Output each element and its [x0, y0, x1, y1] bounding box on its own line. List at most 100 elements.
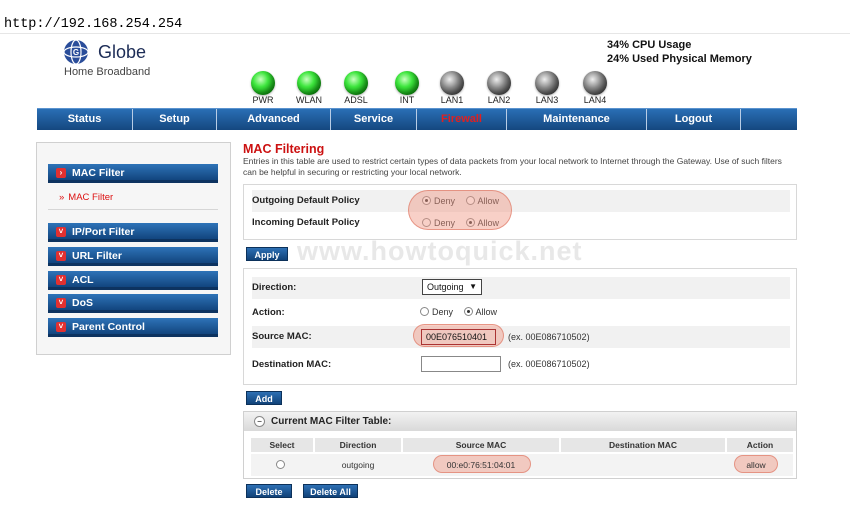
action-allow-radio[interactable] — [463, 307, 473, 316]
sidebar-item-ip-port-filter[interactable]: ˅ IP/Port Filter — [48, 223, 218, 242]
collapse-icon[interactable]: − — [254, 416, 265, 427]
memory-usage: 24% Used Physical Memory — [607, 53, 752, 65]
destination-mac-hint: (ex. 00E086710502) — [508, 359, 590, 369]
address-bar-url[interactable]: http://192.168.254.254 — [4, 17, 182, 32]
radio-label: Deny — [432, 307, 454, 317]
sidebar-item-label: MAC Filter — [72, 167, 125, 179]
brand-subtitle: Home Broadband — [64, 66, 151, 78]
led-label: LAN3 — [535, 95, 559, 105]
sidebar-item-label: URL Filter — [72, 250, 122, 262]
led-indicator — [583, 71, 607, 95]
delete-button[interactable]: Delete — [246, 484, 292, 498]
sidebar-item-label: ACL — [72, 274, 94, 286]
tab-advanced[interactable]: Advanced — [217, 109, 331, 130]
led-lan2: LAN2 — [476, 71, 522, 105]
address-bar[interactable]: http://192.168.254.254 — [0, 0, 850, 34]
policy-highlight — [408, 190, 512, 230]
sidebar-subitem-label: MAC Filter — [68, 192, 114, 203]
column-header-select: Select — [251, 438, 313, 452]
column-header-direction: Direction — [315, 438, 401, 452]
sidebar-item-url-filter[interactable]: ˅ URL Filter — [48, 247, 218, 266]
led-label: WLAN — [295, 95, 322, 105]
incoming-policy-label: Incoming Default Policy — [252, 217, 360, 228]
row-select-cell — [251, 456, 313, 474]
apply-button[interactable]: Apply — [246, 247, 288, 261]
action-label: Action: — [252, 307, 285, 318]
source-mac-hint: (ex. 00E086710502) — [508, 332, 590, 342]
column-header-action: Action — [727, 438, 793, 452]
cpu-usage: 34% CPU Usage — [607, 39, 692, 51]
led-label: LAN1 — [440, 95, 464, 105]
svg-text:G: G — [73, 48, 79, 57]
action-deny-radio[interactable] — [420, 307, 429, 316]
led-pwr: PWR — [240, 71, 286, 105]
sidebar-item-dos[interactable]: ˅ DoS — [48, 294, 218, 313]
chevron-down-icon: ˅ — [56, 275, 66, 285]
dropdown-arrow-icon: ▼ — [469, 282, 477, 291]
direction-select-value: Outgoing — [427, 282, 464, 292]
source-mac-label: Source MAC: — [252, 331, 312, 342]
destination-mac-input[interactable] — [421, 356, 501, 372]
row-action-cell: allow — [746, 460, 766, 470]
action-options: Deny Allow — [420, 307, 505, 317]
led-int: INT — [384, 71, 430, 105]
source-mac-input[interactable]: 00E076510401 — [421, 329, 496, 345]
arrow-icon: » — [59, 192, 65, 203]
table-title: Current MAC Filter Table: — [271, 416, 392, 427]
led-lan1: LAN1 — [429, 71, 475, 105]
mac-filter-table: − Current MAC Filter Table: Select Direc… — [243, 411, 797, 479]
led-lan4: LAN4 — [572, 71, 618, 105]
direction-label: Direction: — [252, 282, 297, 293]
sidebar-item-parent-control[interactable]: ˅ Parent Control — [48, 318, 218, 337]
tab-setup[interactable]: Setup — [133, 109, 217, 130]
destination-mac-label: Destination MAC: — [252, 359, 332, 370]
chevron-right-icon: › — [56, 168, 66, 178]
led-label: ADSL — [344, 95, 368, 105]
sidebar-subitem-mac-filter[interactable]: » MAC Filter — [59, 192, 113, 203]
add-button[interactable]: Add — [246, 391, 282, 405]
row-source-mac-cell: 00:e0:76:51:04:01 — [446, 460, 516, 470]
led-indicator — [344, 71, 368, 95]
outgoing-policy-label: Outgoing Default Policy — [252, 195, 360, 206]
led-indicator — [487, 71, 511, 95]
led-adsl: ADSL — [333, 71, 379, 105]
chevron-down-icon: ˅ — [56, 251, 66, 261]
row-destination-mac-cell — [561, 456, 725, 474]
led-label: LAN2 — [487, 95, 511, 105]
tab-maintenance[interactable]: Maintenance — [507, 109, 647, 130]
delete-all-button[interactable]: Delete All — [303, 484, 358, 498]
radio-label: Allow — [475, 307, 498, 317]
page-description: Entries in this table are used to restri… — [243, 156, 782, 177]
row-background — [252, 277, 790, 299]
page-title: MAC Filtering — [243, 142, 325, 156]
led-indicator — [251, 71, 275, 95]
sidebar-item-mac-filter[interactable]: › MAC Filter — [48, 164, 218, 183]
main-nav: Status Setup Advanced Service Firewall M… — [37, 108, 797, 130]
tab-service[interactable]: Service — [331, 109, 417, 130]
sidebar-item-label: DoS — [72, 297, 93, 309]
led-label: LAN4 — [583, 95, 607, 105]
table-header-bar: − Current MAC Filter Table: — [244, 412, 796, 431]
sidebar-divider — [48, 209, 218, 210]
led-lan3: LAN3 — [524, 71, 570, 105]
tab-logout[interactable]: Logout — [647, 109, 741, 130]
direction-select[interactable]: Outgoing ▼ — [422, 279, 482, 295]
column-header-source-mac: Source MAC — [403, 438, 559, 452]
sidebar-item-label: IP/Port Filter — [72, 226, 135, 238]
tab-status[interactable]: Status — [37, 109, 133, 130]
globe-logo: G Globe Home Broadband — [62, 38, 222, 82]
tab-firewall[interactable]: Firewall — [417, 109, 507, 130]
row-direction-cell: outgoing — [341, 460, 375, 470]
led-indicator — [297, 71, 321, 95]
globe-logo-icon: G — [63, 39, 89, 65]
brand-name: Globe — [98, 42, 147, 62]
system-info: 34% CPU Usage 24% Used Physical Memory — [607, 38, 752, 66]
chevron-down-icon: ˅ — [56, 227, 66, 237]
row-select-radio[interactable] — [276, 460, 285, 469]
led-label: INT — [399, 95, 415, 105]
chevron-down-icon: ˅ — [56, 298, 66, 308]
policy-panel: Outgoing Default Policy Deny Allow Incom… — [243, 184, 797, 240]
led-label: PWR — [252, 95, 274, 105]
sidebar-item-acl[interactable]: ˅ ACL — [48, 271, 218, 290]
led-indicator — [535, 71, 559, 95]
